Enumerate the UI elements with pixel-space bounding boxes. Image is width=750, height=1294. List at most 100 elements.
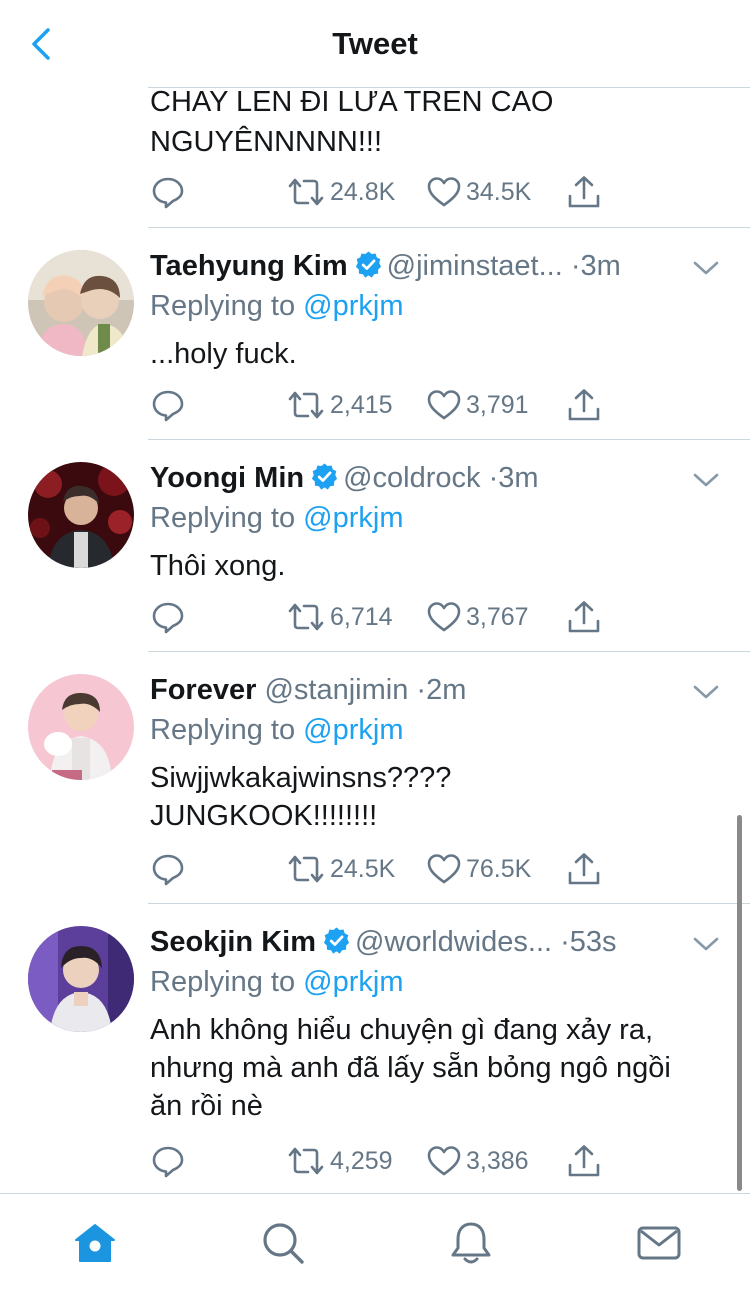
like-count: 34.5K <box>466 178 532 206</box>
nav-notifications[interactable] <box>446 1218 496 1268</box>
page-title: Tweet <box>332 26 418 61</box>
retweet-icon <box>288 1147 324 1175</box>
retweet-button[interactable]: 6,714 <box>286 597 393 637</box>
reply-button[interactable] <box>150 1141 186 1181</box>
tweet-header: Taehyung Kim @jiminstaet... ·3m <box>150 250 621 282</box>
scrollbar[interactable] <box>737 815 742 1191</box>
reply-icon <box>152 854 184 886</box>
home-icon <box>75 1224 115 1262</box>
avatar[interactable] <box>28 926 134 1032</box>
share-icon <box>568 601 600 633</box>
retweet-button[interactable]: 24.5K <box>286 849 395 889</box>
tweet-text: Siwjjwkakajwinsns???? JUNGKOOK!!!!!!!! <box>150 762 452 832</box>
nav-messages[interactable] <box>634 1218 684 1268</box>
retweet-count: 24.8K <box>330 178 396 206</box>
heart-icon <box>427 1146 461 1176</box>
chevron-down-icon[interactable] <box>692 258 720 278</box>
share-button[interactable] <box>566 1141 602 1181</box>
tweet[interactable]: Forever @stanjimin ·2m Replying to @prkj… <box>0 652 750 904</box>
tweet[interactable]: Seokjin Kim @worldwides... ·53s Replying … <box>0 904 750 1194</box>
tweet-header: Seokjin Kim @worldwides... ·53s <box>150 926 617 958</box>
chevron-down-icon[interactable] <box>692 934 720 954</box>
header: Tweet <box>0 0 750 88</box>
tweet-actions: 2,415 3,791 <box>150 385 620 425</box>
retweet-count: 4,259 <box>330 1147 393 1175</box>
timestamp: 3m <box>580 250 621 282</box>
chevron-down-icon[interactable] <box>692 682 720 702</box>
share-button[interactable] <box>566 597 602 637</box>
like-button[interactable]: 3,791 <box>426 385 529 425</box>
share-button[interactable] <box>566 849 602 889</box>
heart-icon <box>427 602 461 632</box>
timestamp: 53s <box>569 926 617 958</box>
share-icon <box>568 389 600 421</box>
reply-icon <box>152 390 184 422</box>
display-name[interactable]: Forever <box>150 674 256 706</box>
share-icon <box>568 1145 600 1177</box>
reply-button[interactable] <box>150 172 186 212</box>
like-button[interactable]: 34.5K <box>426 172 531 212</box>
tweet[interactable]: Yoongi Min @coldrock ·3m Replying to @prk… <box>0 440 750 652</box>
chevron-down-icon[interactable] <box>692 470 720 490</box>
timestamp: 3m <box>498 462 539 494</box>
retweet-button[interactable]: 24.8K <box>286 172 395 212</box>
nav-search[interactable] <box>258 1218 308 1268</box>
replying-to: Replying to @prkjm <box>150 290 404 322</box>
reply-button[interactable] <box>150 597 186 637</box>
share-button[interactable] <box>566 385 602 425</box>
like-button[interactable]: 76.5K <box>426 849 531 889</box>
share-icon <box>568 176 600 208</box>
retweet-count: 6,714 <box>330 603 393 631</box>
divider <box>148 87 750 88</box>
mention-link[interactable]: @prkjm <box>303 290 403 322</box>
mention-link[interactable]: @prkjm <box>303 714 403 746</box>
avatar[interactable] <box>28 462 134 568</box>
tweet-text: Thôi xong. <box>150 550 286 582</box>
replying-to: Replying to @prkjm <box>150 966 404 998</box>
verified-badge-icon <box>323 927 350 954</box>
avatar[interactable] <box>28 674 134 780</box>
share-icon <box>568 853 600 885</box>
display-name[interactable]: Taehyung Kim <box>150 250 348 282</box>
mention-link[interactable]: @prkjm <box>303 966 403 998</box>
mention-link[interactable]: @prkjm <box>303 502 403 534</box>
handle[interactable]: @worldwides... <box>355 926 552 958</box>
retweet-count: 24.5K <box>330 855 396 883</box>
replying-to: Replying to @prkjm <box>150 502 404 534</box>
reply-button[interactable] <box>150 385 186 425</box>
messages-icon <box>637 1226 681 1260</box>
tweet[interactable]: Taehyung Kim @jiminstaet... ·3m Replying … <box>0 228 750 440</box>
tweet-actions: 24.8K 34.5K <box>150 172 620 212</box>
search-icon <box>263 1223 304 1264</box>
retweet-icon <box>288 603 324 631</box>
tweet-header: Yoongi Min @coldrock ·3m <box>150 462 539 494</box>
heart-icon <box>427 390 461 420</box>
like-count: 3,386 <box>466 1147 529 1175</box>
like-button[interactable]: 3,767 <box>426 597 529 637</box>
handle[interactable]: @coldrock <box>343 462 480 494</box>
nav-home[interactable] <box>70 1218 120 1268</box>
display-name[interactable]: Seokjin Kim <box>150 926 316 958</box>
share-button[interactable] <box>566 172 602 212</box>
handle[interactable]: @stanjimin <box>264 674 408 706</box>
replying-to: Replying to @prkjm <box>150 714 404 746</box>
reply-button[interactable] <box>150 849 186 889</box>
notifications-icon <box>451 1222 491 1264</box>
verified-badge-icon <box>355 251 381 278</box>
tweet-text: ...holy fuck. <box>150 338 297 370</box>
display-name[interactable]: Yoongi Min <box>150 462 304 494</box>
retweet-icon <box>288 855 324 883</box>
tweet-text: Anh không hiểu chuyện gì đang xảy ra, nh… <box>150 1014 671 1122</box>
timestamp: 2m <box>426 674 467 706</box>
avatar[interactable] <box>28 250 134 356</box>
like-button[interactable]: 3,386 <box>426 1141 529 1181</box>
retweet-button[interactable]: 2,415 <box>286 385 393 425</box>
bottom-nav <box>0 1193 750 1294</box>
retweet-button[interactable]: 4,259 <box>286 1141 393 1181</box>
heart-icon <box>427 854 461 884</box>
retweet-icon <box>288 391 324 419</box>
tweet-actions: 6,714 3,767 <box>150 597 620 637</box>
retweet-count: 2,415 <box>330 391 393 419</box>
handle[interactable]: @jiminstaet... <box>387 250 563 282</box>
tweet-text: CHAY LEN ĐI LƯA TREN CAO NGUYÊNNNNN!!! <box>150 86 554 158</box>
